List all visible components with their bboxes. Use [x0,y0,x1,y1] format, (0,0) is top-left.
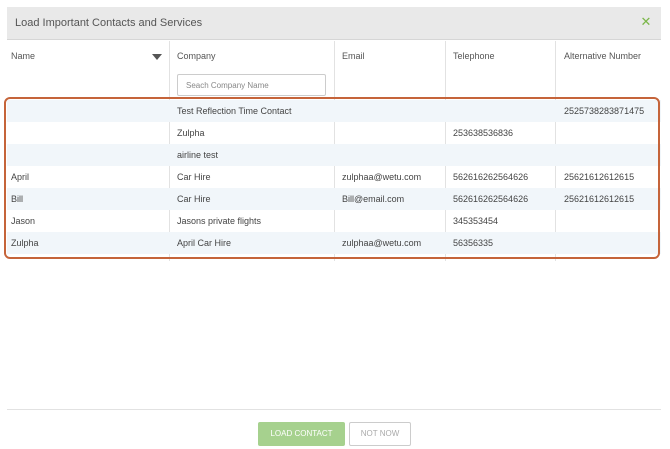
column-header-telephone[interactable]: Telephone [453,51,495,61]
cell-alternative-number [564,210,660,232]
cell-company: Test Reflection Time Contact [177,106,292,116]
cell-company: Car Hire [177,194,211,204]
cell-email [342,100,442,122]
cell-alternative-number: 25621612612615 [564,172,635,182]
cell-name [11,122,166,144]
modal-title: Load Important Contacts and Services [15,17,203,29]
load-contact-button[interactable]: LOAD CONTACT [258,422,345,446]
cell-telephone: 345353454 [453,216,499,226]
contacts-table: Name Company Email Telephone Alternative… [7,41,661,261]
table-row[interactable]: Zulpha April Car Hire zulphaa@wetu.com 5… [7,232,661,254]
sort-caret-down-icon[interactable] [152,54,162,60]
cell-name: April [11,172,30,182]
cell-name: Bill [11,194,24,204]
cell-telephone: 562616262564626 [453,194,529,204]
table-row[interactable]: April Car Hire zulphaa@wetu.com 56261626… [7,166,661,188]
modal-header: Load Important Contacts and Services ✕ [7,7,661,40]
column-header-alternative-number[interactable]: Alternative Number [564,51,641,61]
not-now-button[interactable]: NOT NOW [349,422,411,446]
cell-email: zulphaa@wetu.com [342,172,422,182]
table-row[interactable]: Bill Car Hire Bill@email.com 56261626256… [7,188,661,210]
column-header-name[interactable]: Name [11,51,35,61]
cell-company: Car Hire [177,172,211,182]
cell-alternative-number [564,232,660,254]
cell-email [342,122,442,144]
column-header-company[interactable]: Company [177,51,216,61]
cell-company: Jasons private flights [177,216,262,226]
table-row[interactable]: Test Reflection Time Contact 25257382838… [7,100,661,122]
cell-email [342,210,442,232]
cell-alternative-number: 25621612612615 [564,194,635,204]
cell-telephone [453,100,553,122]
cell-telephone: 253638536836 [453,128,514,138]
cell-name [11,144,166,166]
table-row[interactable]: Jason Jasons private flights 345353454 [7,210,661,232]
cell-email: zulphaa@wetu.com [342,238,422,248]
cell-alternative-number [564,144,660,166]
table-row[interactable]: airline test [7,144,661,166]
cell-telephone [453,144,553,166]
cell-telephone: 562616262564626 [453,172,529,182]
footer-divider [7,409,661,410]
cell-email: Bill@email.com [342,194,405,204]
table-row[interactable]: Zulpha 253638536836 [7,122,661,144]
close-icon[interactable]: ✕ [639,14,653,30]
table-body: Test Reflection Time Contact 25257382838… [7,100,661,254]
cell-alternative-number: 2525738283871475 [564,106,645,116]
cell-company: April Car Hire [177,238,232,248]
cell-name [11,100,166,122]
cell-company: Zulpha [177,128,205,138]
cell-name: Zulpha [11,238,39,248]
cell-email [342,144,442,166]
cell-telephone: 56356335 [453,238,494,248]
cell-name: Jason [11,216,36,226]
cell-alternative-number [564,122,660,144]
column-header-email[interactable]: Email [342,51,365,61]
company-search-input[interactable] [177,74,326,96]
cell-company: airline test [177,150,219,160]
